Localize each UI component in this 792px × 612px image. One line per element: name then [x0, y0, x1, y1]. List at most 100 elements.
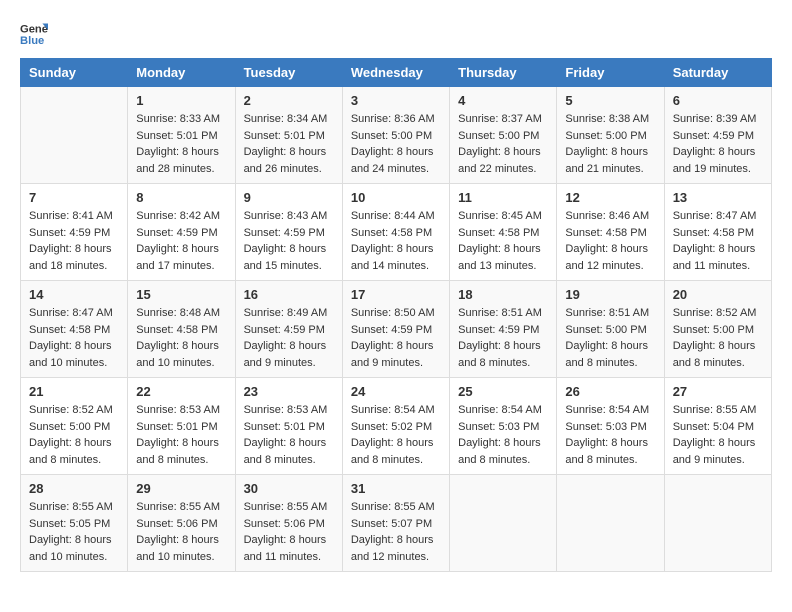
calendar-cell — [557, 475, 664, 572]
day-number: 19 — [565, 287, 655, 302]
calendar-cell: 1 Sunrise: 8:33 AMSunset: 5:01 PMDaylight… — [128, 87, 235, 184]
day-info: Sunrise: 8:54 AMSunset: 5:03 PMDaylight:… — [458, 402, 548, 468]
day-info: Sunrise: 8:41 AMSunset: 4:59 PMDaylight:… — [29, 208, 119, 274]
calendar-cell: 7Sunrise: 8:41 AMSunset: 4:59 PMDaylight… — [21, 184, 128, 281]
calendar-cell: 30Sunrise: 8:55 AMSunset: 5:06 PMDayligh… — [235, 475, 342, 572]
day-info: Sunrise: 8:51 AMSunset: 5:00 PMDaylight:… — [565, 305, 655, 371]
day-info: Sunrise: 8:39 AMSunset: 4:59 PMDaylight:… — [673, 111, 763, 177]
calendar-week-row: 14 Sunrise: 8:47 AMSunset: 4:58 PMDayligh… — [21, 281, 772, 378]
calendar-cell: 16 Sunrise: 8:49 AMSunset: 4:59 PMDayligh… — [235, 281, 342, 378]
day-number: 26 — [565, 384, 655, 399]
day-number: 25 — [458, 384, 548, 399]
day-number: 6 — [673, 93, 763, 108]
day-info: Sunrise: 8:54 AMSunset: 5:02 PMDaylight:… — [351, 402, 441, 468]
day-info: Sunrise: 8:33 AMSunset: 5:01 PMDaylight:… — [136, 111, 226, 177]
day-number: 20 — [673, 287, 763, 302]
day-header: Sunday — [21, 59, 128, 87]
logo: General Blue — [20, 20, 52, 48]
calendar-cell: 11Sunrise: 8:45 AMSunset: 4:58 PMDayligh… — [450, 184, 557, 281]
day-info: Sunrise: 8:36 AMSunset: 5:00 PMDaylight:… — [351, 111, 441, 177]
day-info: Sunrise: 8:47 AMSunset: 4:58 PMDaylight:… — [673, 208, 763, 274]
day-header: Tuesday — [235, 59, 342, 87]
day-number: 18 — [458, 287, 548, 302]
day-number: 30 — [244, 481, 334, 496]
day-info: Sunrise: 8:43 AMSunset: 4:59 PMDaylight:… — [244, 208, 334, 274]
day-info: Sunrise: 8:51 AMSunset: 4:59 PMDaylight:… — [458, 305, 548, 371]
calendar-cell: 23 Sunrise: 8:53 AMSunset: 5:01 PMDayligh… — [235, 378, 342, 475]
day-number: 1 — [136, 93, 226, 108]
day-number: 3 — [351, 93, 441, 108]
day-number: 14 — [29, 287, 119, 302]
calendar-week-row: 21 Sunrise: 8:52 AMSunset: 5:00 PMDayligh… — [21, 378, 772, 475]
day-number: 4 — [458, 93, 548, 108]
day-number: 12 — [565, 190, 655, 205]
calendar-cell: 24 Sunrise: 8:54 AMSunset: 5:02 PMDayligh… — [342, 378, 449, 475]
day-number: 9 — [244, 190, 334, 205]
calendar-cell: 18 Sunrise: 8:51 AMSunset: 4:59 PMDayligh… — [450, 281, 557, 378]
day-info: Sunrise: 8:55 AMSunset: 5:04 PMDaylight:… — [673, 402, 763, 468]
day-info: Sunrise: 8:42 AMSunset: 4:59 PMDaylight:… — [136, 208, 226, 274]
day-number: 24 — [351, 384, 441, 399]
day-info: Sunrise: 8:55 AMSunset: 5:05 PMDaylight:… — [29, 499, 119, 565]
calendar-cell: 31Sunrise: 8:55 AMSunset: 5:07 PMDayligh… — [342, 475, 449, 572]
day-number: 29 — [136, 481, 226, 496]
calendar-table: SundayMondayTuesdayWednesdayThursdayFrid… — [20, 58, 772, 572]
calendar-week-row: 7Sunrise: 8:41 AMSunset: 4:59 PMDaylight… — [21, 184, 772, 281]
calendar-cell: 27Sunrise: 8:55 AMSunset: 5:04 PMDayligh… — [664, 378, 771, 475]
svg-text:Blue: Blue — [20, 35, 44, 47]
day-number: 2 — [244, 93, 334, 108]
calendar-cell: 13Sunrise: 8:47 AMSunset: 4:58 PMDayligh… — [664, 184, 771, 281]
day-number: 21 — [29, 384, 119, 399]
day-header: Saturday — [664, 59, 771, 87]
calendar-cell: 15 Sunrise: 8:48 AMSunset: 4:58 PMDayligh… — [128, 281, 235, 378]
day-info: Sunrise: 8:47 AMSunset: 4:58 PMDaylight:… — [29, 305, 119, 371]
day-number: 5 — [565, 93, 655, 108]
calendar-week-row: 28 Sunrise: 8:55 AMSunset: 5:05 PMDayligh… — [21, 475, 772, 572]
calendar-cell: 20 Sunrise: 8:52 AMSunset: 5:00 PMDayligh… — [664, 281, 771, 378]
day-number: 10 — [351, 190, 441, 205]
day-header: Monday — [128, 59, 235, 87]
calendar-cell: 2Sunrise: 8:34 AMSunset: 5:01 PMDaylight… — [235, 87, 342, 184]
day-info: Sunrise: 8:53 AMSunset: 5:01 PMDaylight:… — [136, 402, 226, 468]
header: General Blue — [20, 20, 772, 48]
day-header: Thursday — [450, 59, 557, 87]
calendar-cell — [664, 475, 771, 572]
calendar-cell: 28 Sunrise: 8:55 AMSunset: 5:05 PMDayligh… — [21, 475, 128, 572]
calendar-cell: 5 Sunrise: 8:38 AMSunset: 5:00 PMDaylight… — [557, 87, 664, 184]
day-number: 31 — [351, 481, 441, 496]
day-number: 11 — [458, 190, 548, 205]
day-info: Sunrise: 8:38 AMSunset: 5:00 PMDaylight:… — [565, 111, 655, 177]
day-number: 16 — [244, 287, 334, 302]
calendar-cell: 25 Sunrise: 8:54 AMSunset: 5:03 PMDayligh… — [450, 378, 557, 475]
calendar-cell: 14 Sunrise: 8:47 AMSunset: 4:58 PMDayligh… — [21, 281, 128, 378]
calendar-cell: 29 Sunrise: 8:55 AMSunset: 5:06 PMDayligh… — [128, 475, 235, 572]
calendar-week-row: 1 Sunrise: 8:33 AMSunset: 5:01 PMDaylight… — [21, 87, 772, 184]
day-info: Sunrise: 8:46 AMSunset: 4:58 PMDaylight:… — [565, 208, 655, 274]
calendar-cell: 8Sunrise: 8:42 AMSunset: 4:59 PMDaylight… — [128, 184, 235, 281]
day-info: Sunrise: 8:44 AMSunset: 4:58 PMDaylight:… — [351, 208, 441, 274]
day-info: Sunrise: 8:50 AMSunset: 4:59 PMDaylight:… — [351, 305, 441, 371]
day-info: Sunrise: 8:37 AMSunset: 5:00 PMDaylight:… — [458, 111, 548, 177]
day-info: Sunrise: 8:54 AMSunset: 5:03 PMDaylight:… — [565, 402, 655, 468]
day-info: Sunrise: 8:52 AMSunset: 5:00 PMDaylight:… — [673, 305, 763, 371]
day-number: 22 — [136, 384, 226, 399]
day-number: 28 — [29, 481, 119, 496]
calendar-cell: 21 Sunrise: 8:52 AMSunset: 5:00 PMDayligh… — [21, 378, 128, 475]
day-number: 23 — [244, 384, 334, 399]
calendar-cell — [450, 475, 557, 572]
day-info: Sunrise: 8:49 AMSunset: 4:59 PMDaylight:… — [244, 305, 334, 371]
calendar-cell: 4 Sunrise: 8:37 AMSunset: 5:00 PMDaylight… — [450, 87, 557, 184]
calendar-cell: 22 Sunrise: 8:53 AMSunset: 5:01 PMDayligh… — [128, 378, 235, 475]
day-info: Sunrise: 8:55 AMSunset: 5:06 PMDaylight:… — [136, 499, 226, 565]
calendar-cell — [21, 87, 128, 184]
calendar-cell: 9 Sunrise: 8:43 AMSunset: 4:59 PMDaylight… — [235, 184, 342, 281]
calendar-cell: 12 Sunrise: 8:46 AMSunset: 4:58 PMDayligh… — [557, 184, 664, 281]
calendar-cell: 19 Sunrise: 8:51 AMSunset: 5:00 PMDayligh… — [557, 281, 664, 378]
calendar-cell: 3 Sunrise: 8:36 AMSunset: 5:00 PMDaylight… — [342, 87, 449, 184]
day-number: 15 — [136, 287, 226, 302]
day-info: Sunrise: 8:48 AMSunset: 4:58 PMDaylight:… — [136, 305, 226, 371]
day-info: Sunrise: 8:52 AMSunset: 5:00 PMDaylight:… — [29, 402, 119, 468]
logo-icon: General Blue — [20, 20, 48, 48]
calendar-cell: 10 Sunrise: 8:44 AMSunset: 4:58 PMDayligh… — [342, 184, 449, 281]
day-info: Sunrise: 8:53 AMSunset: 5:01 PMDaylight:… — [244, 402, 334, 468]
